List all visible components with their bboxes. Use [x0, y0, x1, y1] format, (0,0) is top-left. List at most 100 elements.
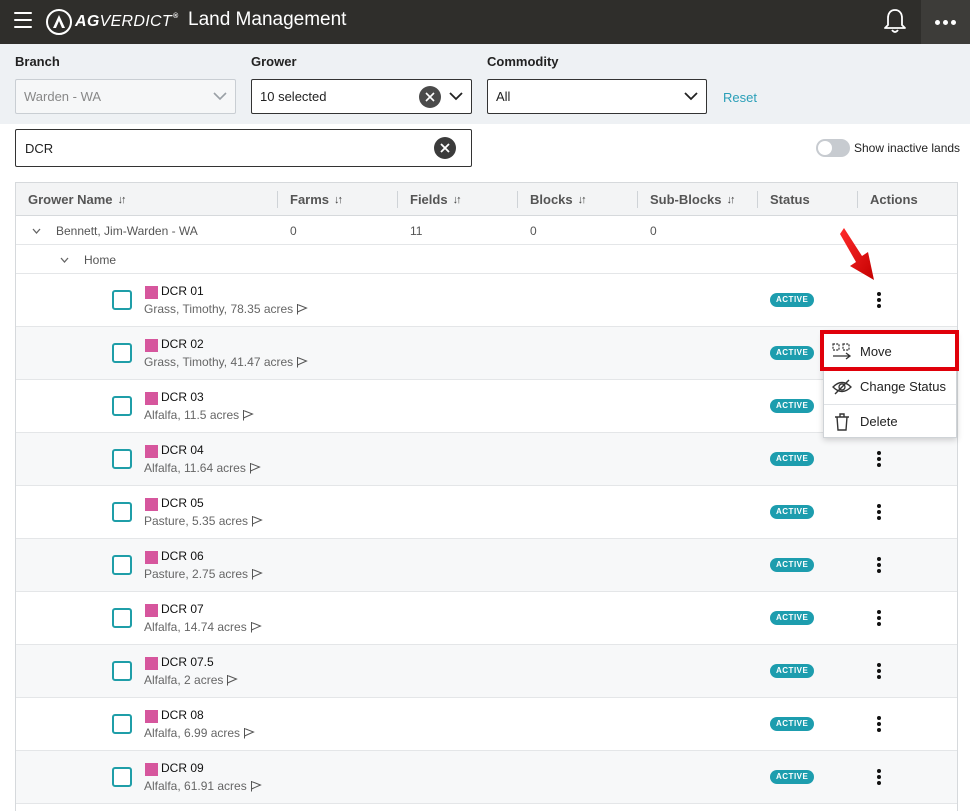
annotation-arrow-icon: [840, 228, 874, 280]
hamburger-menu-icon[interactable]: [14, 12, 32, 28]
more-options-icon[interactable]: [921, 0, 970, 44]
table-row[interactable]: DCR 04 Alfalfa, 11.64 acres ACTIVE: [16, 433, 957, 486]
field-color-swatch: [145, 339, 158, 352]
row-actions-kebab-icon[interactable]: [872, 714, 886, 734]
row-checkbox[interactable]: [112, 767, 132, 787]
search-input[interactable]: [25, 140, 425, 156]
table-row[interactable]: DCR 07 Alfalfa, 14.74 acres ACTIVE: [16, 592, 957, 645]
header-sub-blocks[interactable]: Sub-Blocks ↓↑: [650, 192, 736, 207]
menu-item-delete[interactable]: Delete: [824, 404, 956, 439]
field-crop-acres: Pasture, 5.35 acres: [144, 514, 249, 528]
field-description: Pasture, 5.35 acres: [144, 514, 263, 528]
bell-icon[interactable]: [882, 7, 908, 35]
table-row[interactable]: DCR 06 Pasture, 2.75 acres ACTIVE: [16, 539, 957, 592]
field-name: DCR 09: [161, 761, 204, 775]
field-name: DCR 04: [161, 443, 204, 457]
status-badge: ACTIVE: [770, 558, 815, 572]
field-description: Alfalfa, 61.91 acres: [144, 779, 262, 793]
grower-clear-icon[interactable]: [419, 86, 441, 108]
grower-row[interactable]: Bennett, Jim-Warden - WA 0 11 0 0: [16, 216, 957, 245]
logo-mark-icon: [46, 9, 72, 35]
row-actions-kebab-icon[interactable]: [872, 608, 886, 628]
boundary-flag-icon: [249, 463, 261, 474]
table-row[interactable]: DCR 09 Alfalfa, 61.91 acres ACTIVE: [16, 751, 957, 804]
show-inactive-toggle[interactable]: [816, 139, 850, 157]
row-actions-kebab-icon[interactable]: [872, 449, 886, 469]
grower-blocks-count: 0: [530, 224, 537, 238]
row-checkbox[interactable]: [112, 608, 132, 628]
field-color-swatch: [145, 551, 158, 564]
status-badge: ACTIVE: [770, 664, 815, 678]
table-row[interactable]: DCR 08 Alfalfa, 6.99 acres ACTIVE: [16, 698, 957, 751]
field-name: DCR 07: [161, 602, 204, 616]
table-row[interactable]: DCR 01 Grass, Timothy, 78.35 acres ACTIV…: [16, 274, 957, 327]
chevron-down-icon[interactable]: [32, 228, 41, 234]
row-actions-kebab-icon[interactable]: [872, 502, 886, 522]
commodity-select[interactable]: All: [487, 79, 707, 114]
field-name: DCR 01: [161, 284, 204, 298]
header-blocks[interactable]: Blocks ↓↑: [530, 192, 587, 207]
branch-label: Branch: [15, 54, 60, 69]
row-checkbox[interactable]: [112, 502, 132, 522]
row-checkbox[interactable]: [112, 449, 132, 469]
row-actions-kebab-icon[interactable]: [872, 290, 886, 310]
field-description: Pasture, 2.75 acres: [144, 567, 263, 581]
header-actions: Actions: [870, 192, 918, 207]
field-description: Alfalfa, 11.64 acres: [144, 461, 261, 475]
grower-fields-count: 11: [410, 224, 423, 238]
boundary-flag-icon: [227, 675, 239, 686]
field-name: DCR 02: [161, 337, 204, 351]
field-name: DCR 06: [161, 549, 204, 563]
field-description: Grass, Timothy, 78.35 acres: [144, 302, 308, 316]
row-checkbox[interactable]: [112, 396, 132, 416]
filter-panel: Branch Warden - WA Grower 10 selected Co…: [0, 44, 970, 124]
field-description: Alfalfa, 14.74 acres: [144, 620, 262, 634]
field-description: Alfalfa, 2 acres: [144, 673, 239, 687]
branch-select: Warden - WA: [15, 79, 236, 114]
chevron-down-icon[interactable]: [684, 91, 698, 101]
field-color-swatch: [145, 604, 158, 617]
sort-icon: ↓↑: [117, 193, 127, 206]
row-actions-kebab-icon[interactable]: [872, 555, 886, 575]
grower-select[interactable]: 10 selected: [251, 79, 472, 114]
header-status: Status: [770, 192, 810, 207]
table-header: Grower Name ↓↑ Farms ↓↑ Fields ↓↑ Blocks ↓↑ …: [16, 183, 957, 216]
commodity-label: Commodity: [487, 54, 559, 69]
table-row[interactable]: DCR 02 Grass, Timothy, 41.47 acres ACTIV…: [16, 327, 957, 380]
field-name: DCR 05: [161, 496, 204, 510]
header-farms[interactable]: Farms ↓↑: [290, 192, 343, 207]
reset-link[interactable]: Reset: [723, 90, 757, 105]
field-name: DCR 07.5: [161, 655, 214, 669]
column-divider: [637, 191, 638, 208]
chevron-down-icon[interactable]: [449, 91, 463, 101]
table-row[interactable]: DCR 07.5 Alfalfa, 2 acres ACTIVE: [16, 645, 957, 698]
menu-item-change-status[interactable]: Change Status: [824, 369, 956, 404]
header-fields[interactable]: Fields ↓↑: [410, 192, 462, 207]
row-actions-kebab-icon[interactable]: [872, 661, 886, 681]
farm-row[interactable]: Home: [16, 245, 957, 274]
field-crop-acres: Pasture, 2.75 acres: [144, 567, 249, 581]
status-badge: ACTIVE: [770, 399, 815, 413]
trash-icon: [835, 412, 849, 431]
field-color-swatch: [145, 286, 158, 299]
boundary-flag-icon: [252, 569, 263, 580]
field-crop-acres: Alfalfa, 14.74 acres: [144, 620, 247, 634]
boundary-flag-icon: [250, 622, 262, 633]
status-badge: ACTIVE: [770, 611, 815, 625]
row-actions-kebab-icon[interactable]: [872, 767, 886, 787]
field-crop-acres: Alfalfa, 61.91 acres: [144, 779, 247, 793]
row-checkbox[interactable]: [112, 714, 132, 734]
logo-text: AGVERDICT®: [75, 13, 179, 30]
row-checkbox[interactable]: [112, 661, 132, 681]
header-grower-name[interactable]: Grower Name ↓↑: [28, 192, 127, 207]
search-field[interactable]: [15, 129, 472, 167]
field-color-swatch: [145, 445, 158, 458]
row-checkbox[interactable]: [112, 343, 132, 363]
row-checkbox[interactable]: [112, 290, 132, 310]
search-clear-icon[interactable]: [434, 137, 456, 159]
table-row[interactable]: DCR 03 Alfalfa, 11.5 acres ACTIVE: [16, 380, 957, 433]
chevron-down-icon[interactable]: [60, 257, 69, 263]
table-row[interactable]: DCR 05 Pasture, 5.35 acres ACTIVE: [16, 486, 957, 539]
menu-item-label: Change Status: [860, 379, 947, 394]
row-checkbox[interactable]: [112, 555, 132, 575]
